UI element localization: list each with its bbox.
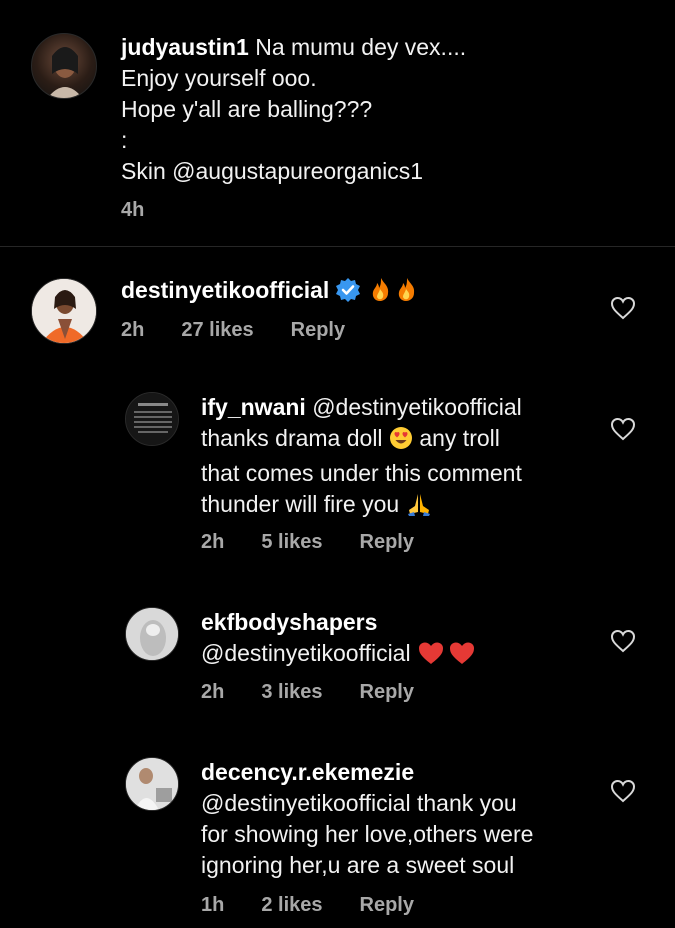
caption-line: Hope y'all are balling???: [121, 96, 373, 122]
caption-line: Skin @augustapureorganics1: [121, 158, 424, 184]
timestamp: 4h: [121, 199, 145, 221]
reply-line: ignoring her,u are a sweet soul: [201, 852, 515, 878]
red-hearts-emoji-icon: [417, 641, 477, 673]
reply-line: that comes under this comment: [201, 460, 522, 486]
reply-username[interactable]: ify_nwani: [201, 394, 306, 420]
timestamp: 2h: [201, 531, 225, 553]
likes-count[interactable]: 5 likes: [261, 531, 322, 554]
reply-button[interactable]: Reply: [360, 531, 414, 554]
reply-text: ekfbodyshapers @destinyetikoofficial: [201, 607, 477, 673]
caption-meta: 4h: [121, 199, 144, 222]
heart-icon[interactable]: [610, 629, 636, 653]
timestamp: 2h: [201, 681, 225, 703]
reply-meta: 2h 3 likes Reply: [201, 681, 414, 704]
caption-line: Enjoy yourself ooo.: [121, 65, 317, 91]
comment-item: destinyetikoofficial 2h 27 likes Reply: [0, 247, 675, 357]
avatar-image: [126, 608, 178, 660]
comment-username[interactable]: destinyetikoofficial: [121, 277, 329, 303]
reply-item: decency.r.ekemezie @destinyetikoofficial…: [0, 755, 675, 928]
reply-meta: 1h 2 likes Reply: [201, 894, 414, 917]
avatar[interactable]: [31, 278, 97, 344]
reply-line: @destinyetikoofficial thank you: [201, 790, 517, 816]
reply-text: ify_nwani @destinyetikoofficial thanks d…: [201, 392, 522, 524]
reply-line: any troll: [419, 425, 500, 451]
reply-line: thunder will fire you: [201, 491, 400, 517]
reply-meta: 2h 5 likes Reply: [201, 531, 414, 554]
reply-username[interactable]: ekfbodyshapers: [201, 609, 377, 635]
heart-icon[interactable]: [610, 417, 636, 441]
likes-count[interactable]: 2 likes: [261, 894, 322, 917]
avatar-image: [126, 758, 178, 810]
verified-badge-icon: [335, 277, 361, 303]
caption-line: :: [121, 127, 128, 153]
avatar[interactable]: [125, 392, 179, 446]
likes-count[interactable]: 3 likes: [261, 681, 322, 704]
timestamp: 2h: [121, 319, 145, 341]
timestamp: 1h: [201, 894, 225, 916]
reply-text: decency.r.ekemezie @destinyetikoofficial…: [201, 757, 533, 881]
reply-item: ekfbodyshapers @destinyetikoofficial 2h …: [0, 605, 675, 715]
caption-username[interactable]: judyaustin1: [121, 34, 249, 60]
comment-meta: 2h 27 likes Reply: [121, 319, 345, 342]
avatar-image: [126, 393, 178, 445]
likes-count[interactable]: 27 likes: [181, 319, 253, 342]
comment-text: destinyetikoofficial: [121, 275, 420, 310]
caption-line: Na mumu dey vex....: [255, 34, 467, 60]
caption-text: judyaustin1 Na mumu dey vex.... Enjoy yo…: [121, 32, 466, 187]
avatar[interactable]: [125, 757, 179, 811]
avatar-image: [47, 47, 83, 98]
reply-button[interactable]: Reply: [360, 894, 414, 917]
heart-icon[interactable]: [610, 779, 636, 803]
reply-username[interactable]: decency.r.ekemezie: [201, 759, 414, 785]
avatar[interactable]: [31, 33, 97, 99]
mention-link[interactable]: @destinyetikoofficial: [312, 394, 522, 420]
mention-link[interactable]: @destinyetikoofficial: [201, 640, 411, 666]
avatar-image: [32, 279, 96, 343]
reply-button[interactable]: Reply: [291, 319, 345, 342]
heart-icon[interactable]: [610, 296, 636, 320]
reply-item: ify_nwani @destinyetikoofficial thanks d…: [0, 390, 675, 570]
avatar[interactable]: [125, 607, 179, 661]
fire-emoji-icon: [368, 276, 420, 310]
reply-line: thanks drama doll: [201, 425, 383, 451]
heart-eyes-emoji-icon: [389, 426, 413, 458]
reply-button[interactable]: Reply: [360, 681, 414, 704]
reply-line: for showing her love,others were: [201, 821, 534, 847]
caption-comment: judyaustin1 Na mumu dey vex.... Enjoy yo…: [0, 0, 675, 246]
praying-hands-emoji-icon: [406, 492, 432, 524]
